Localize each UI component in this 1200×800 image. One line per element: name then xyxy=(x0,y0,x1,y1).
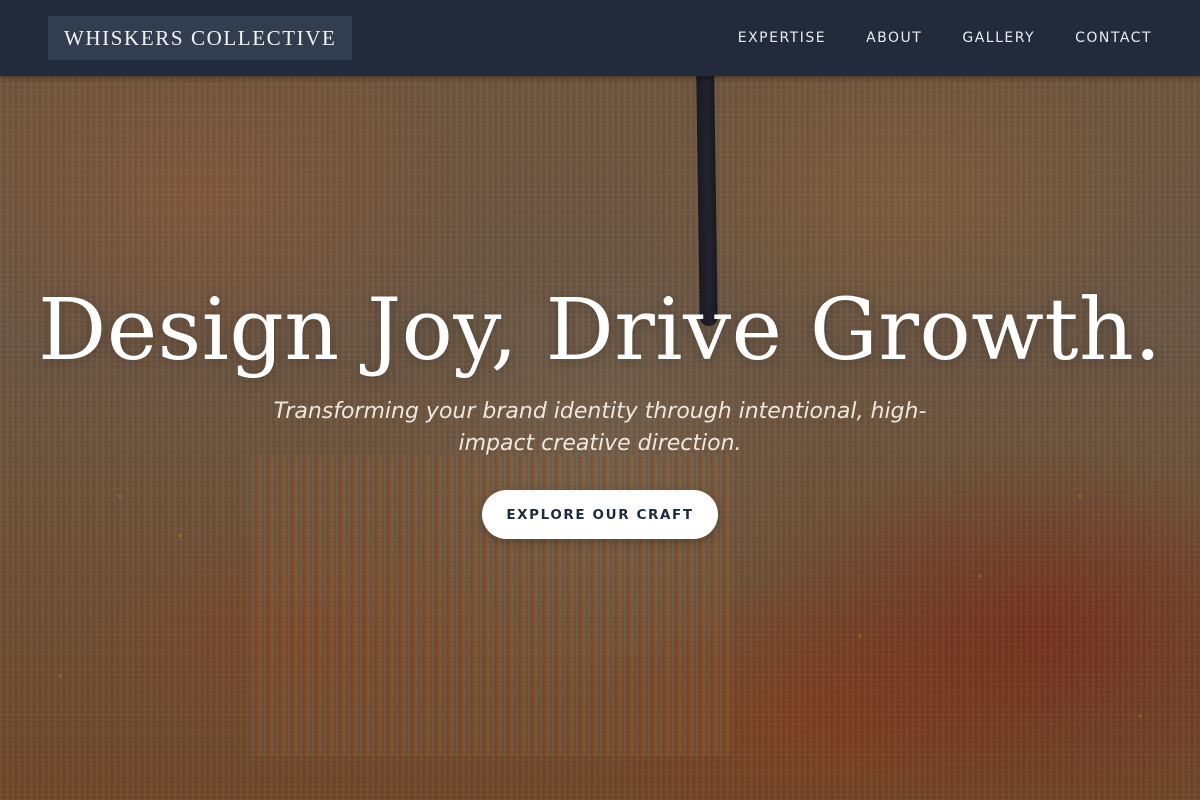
hero-content: Design Joy, Drive Growth. Transforming y… xyxy=(0,276,1200,539)
nav-link-contact[interactable]: CONTACT xyxy=(1075,30,1152,46)
nav-link-expertise[interactable]: EXPERTISE xyxy=(738,30,826,46)
hero-section: Design Joy, Drive Growth. Transforming y… xyxy=(0,76,1200,800)
main-nav: EXPERTISE ABOUT GALLERY CONTACT xyxy=(738,30,1152,46)
nav-link-about[interactable]: ABOUT xyxy=(866,30,922,46)
nav-link-gallery[interactable]: GALLERY xyxy=(962,30,1035,46)
top-navbar: WHISKERS COLLECTIVE EXPERTISE ABOUT GALL… xyxy=(0,0,1200,76)
hero-title: Design Joy, Drive Growth. xyxy=(38,281,1162,380)
hero-subtitle: Transforming your brand identity through… xyxy=(273,399,927,456)
brand-logo[interactable]: WHISKERS COLLECTIVE xyxy=(48,16,353,60)
explore-craft-button[interactable]: EXPLORE OUR CRAFT xyxy=(482,490,718,539)
